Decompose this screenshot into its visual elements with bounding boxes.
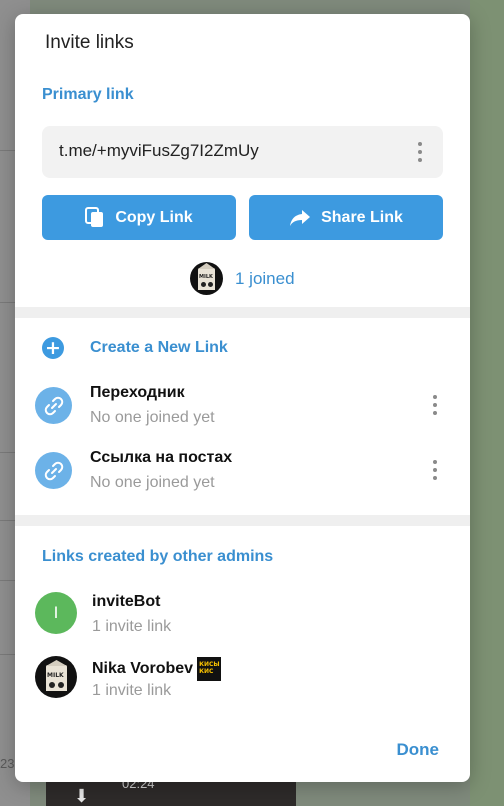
share-link-label: Share Link <box>321 208 403 226</box>
primary-link-url: t.me/+myviFusZg7I2ZmUy <box>59 141 259 160</box>
section-divider <box>15 515 470 526</box>
primary-link-field[interactable]: t.me/+myviFusZg7I2ZmUy <box>42 126 443 178</box>
create-new-link-button[interactable]: + Create a New Link <box>42 337 228 359</box>
link-name: Ссылка на постах <box>90 449 233 466</box>
create-new-link-label: Create a New Link <box>90 339 228 356</box>
other-admins-section-title: Links created by other admins <box>42 548 274 565</box>
section-divider <box>15 307 470 318</box>
background-chat-pattern <box>470 0 504 806</box>
invite-links-dialog: Invite links Primary link t.me/+myviFusZ… <box>15 14 470 782</box>
dialog-title: Invite links <box>45 32 134 53</box>
download-icon: ⬇ <box>74 786 90 806</box>
joined-count: 1 joined <box>235 268 295 288</box>
avatar: MILK <box>35 656 77 698</box>
copy-link-button[interactable]: Copy Link <box>42 195 236 240</box>
link-icon <box>35 387 72 424</box>
emoji-status-icon: КИСЫ КИС <box>197 657 222 681</box>
admin-name: inviteBot <box>92 593 161 610</box>
link-icon <box>35 452 72 489</box>
share-link-button[interactable]: Share Link <box>249 195 443 240</box>
plus-circle-icon: + <box>42 337 64 359</box>
avatar: I <box>35 592 77 634</box>
link-name: Переходник <box>90 384 185 401</box>
avatar: MILK <box>190 262 223 295</box>
admin-subtitle: 1 invite link <box>92 682 172 699</box>
share-arrow-icon <box>290 209 311 226</box>
more-vertical-icon[interactable] <box>425 458 445 482</box>
admin-list-item[interactable]: I inviteBot 1 invite link <box>15 588 470 648</box>
list-item[interactable]: Ссылка на постах No one joined yet <box>15 445 470 505</box>
list-item[interactable]: Переходник No one joined yet <box>15 380 470 440</box>
background-number: 23 <box>0 756 15 771</box>
admin-name-row: Nika Vorobev КИСЫ КИС <box>92 657 222 681</box>
copy-icon <box>85 206 104 227</box>
link-status: No one joined yet <box>90 409 215 426</box>
done-button[interactable]: Done <box>397 740 440 760</box>
more-vertical-icon[interactable] <box>425 393 445 417</box>
admin-name: Nika Vorobev <box>92 660 194 677</box>
copy-link-label: Copy Link <box>115 208 193 226</box>
joined-members[interactable]: MILK 1 joined <box>190 262 295 295</box>
primary-link-section-title: Primary link <box>42 86 134 103</box>
link-status: No one joined yet <box>90 474 215 491</box>
more-vertical-icon[interactable] <box>410 140 430 164</box>
admin-subtitle: 1 invite link <box>92 618 172 635</box>
admin-list-item[interactable]: MILK Nika Vorobev КИСЫ КИС 1 invite link <box>15 652 470 712</box>
